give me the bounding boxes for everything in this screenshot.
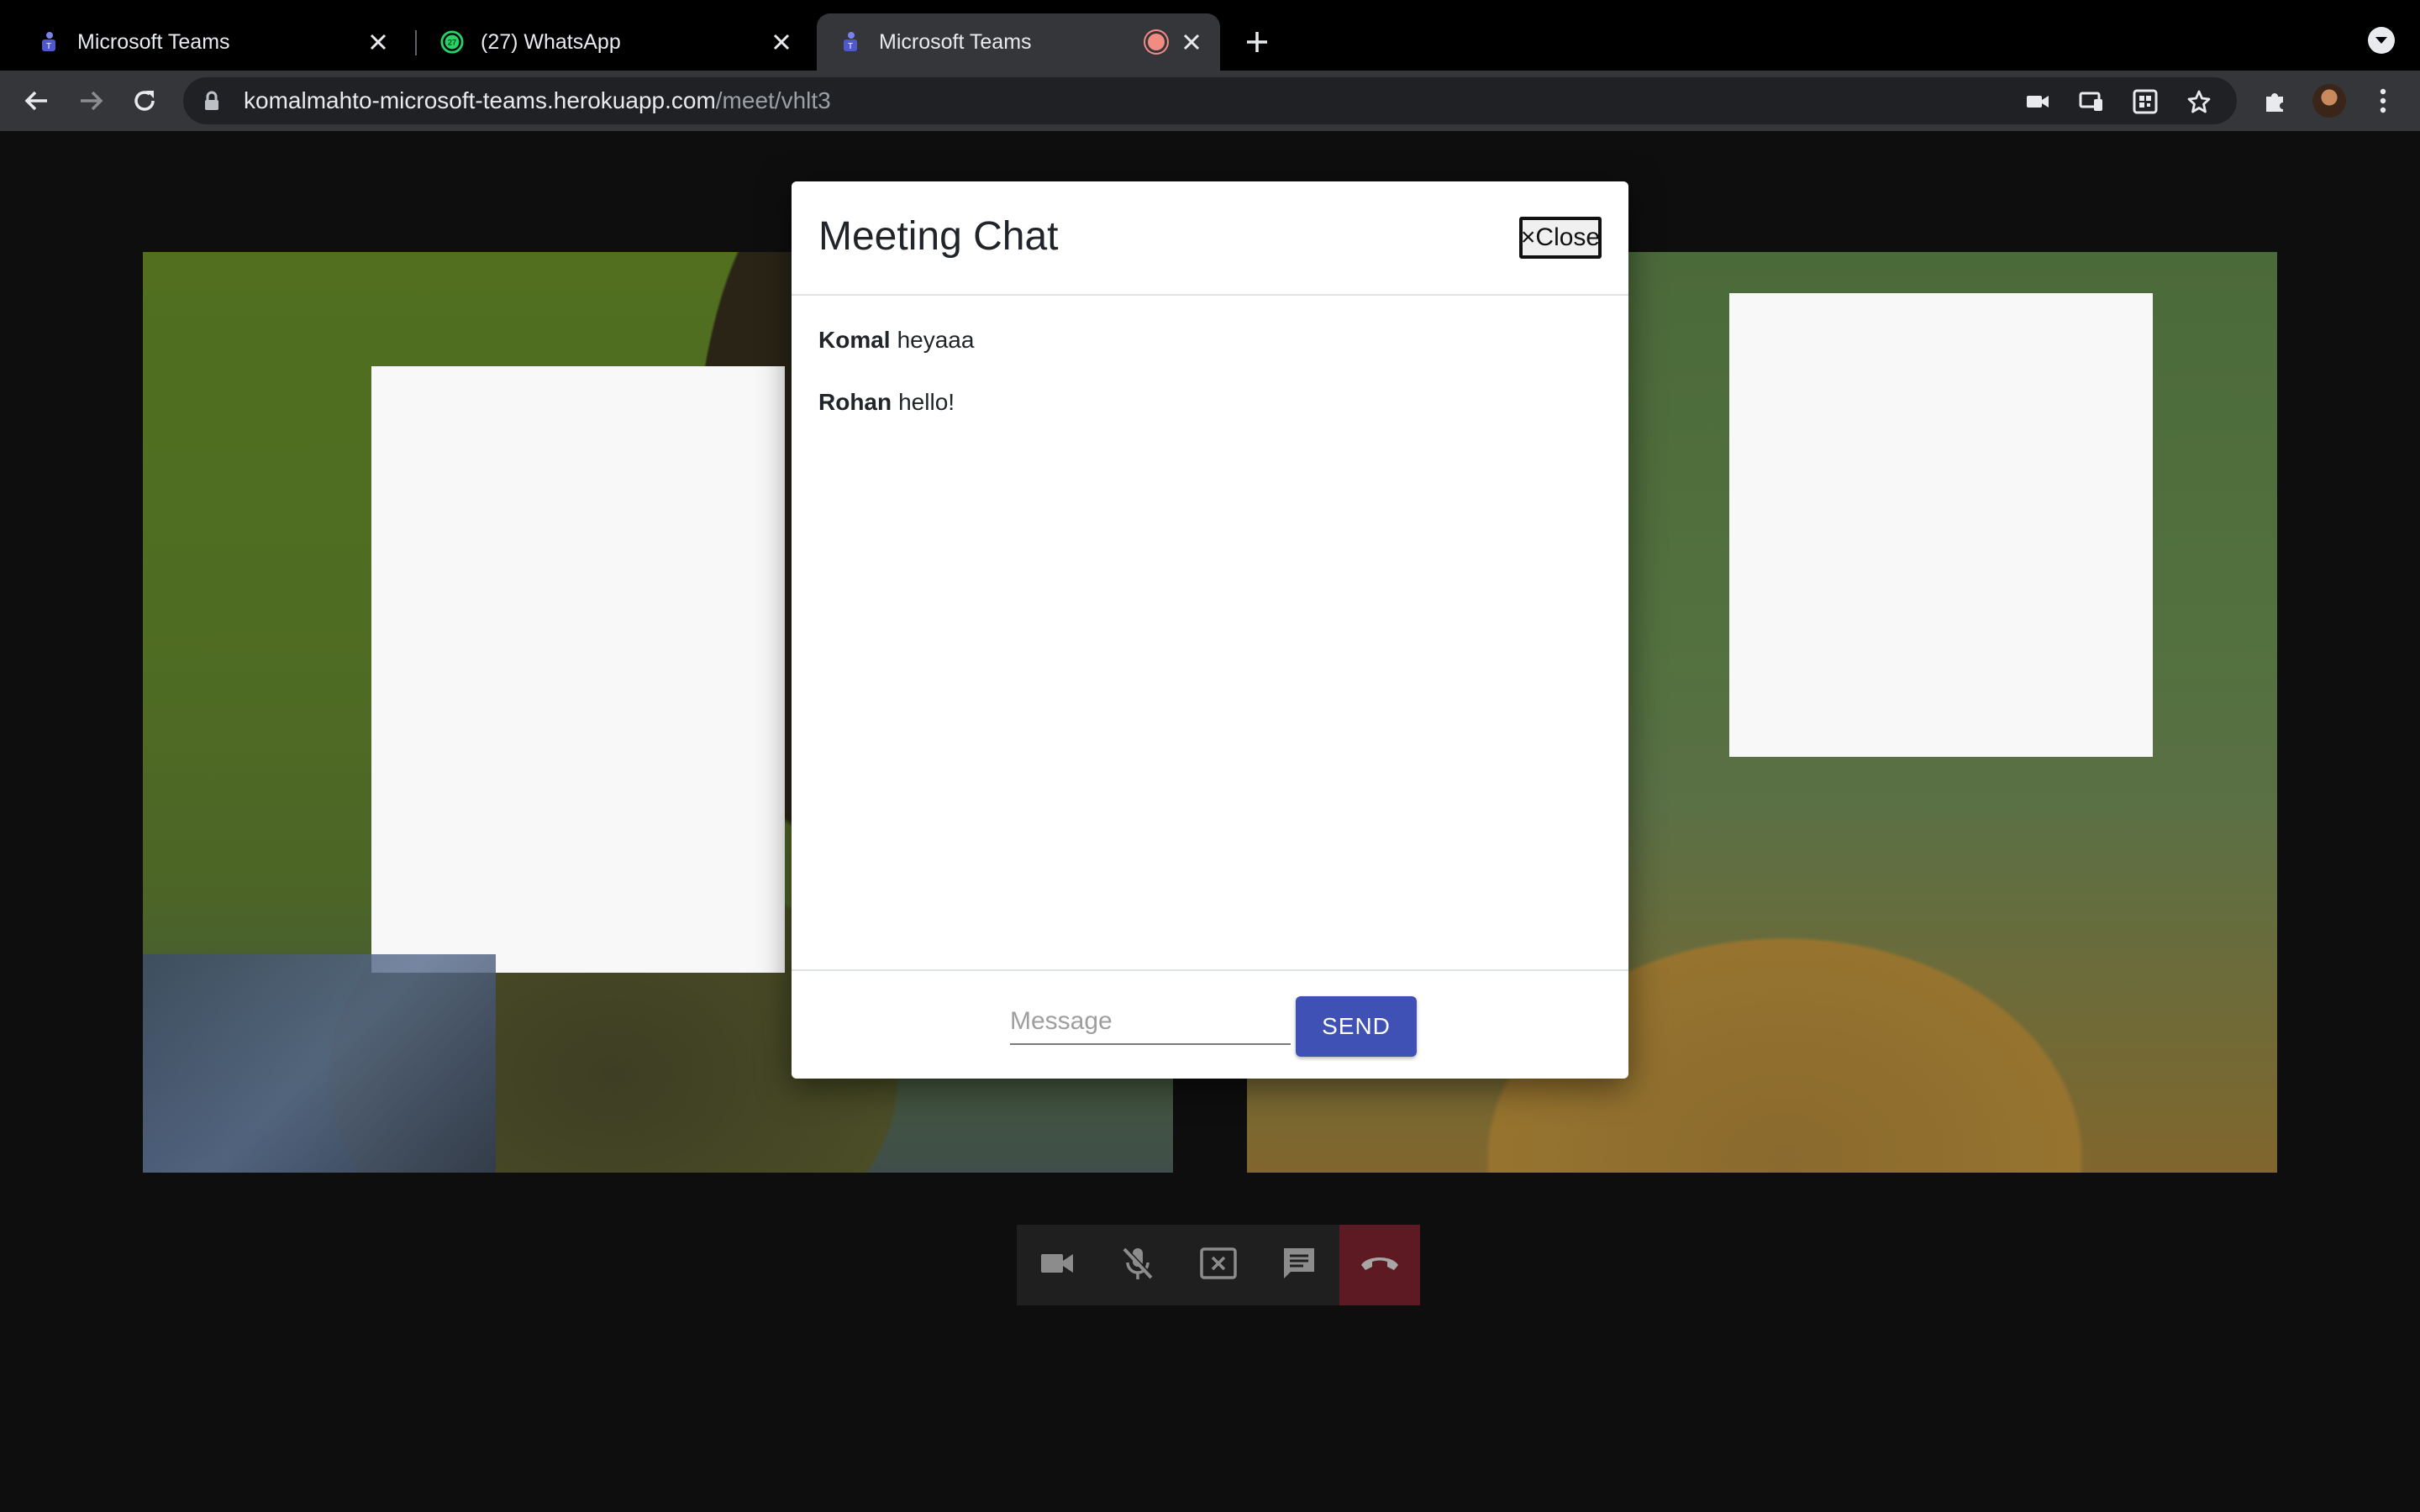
lock-icon[interactable] — [202, 89, 222, 113]
tab-close-icon[interactable] — [768, 29, 795, 55]
face-redaction-box — [371, 366, 785, 973]
tab-microsoft-teams-1[interactable]: T Microsoft Teams — [15, 13, 407, 71]
screen-share-button[interactable] — [1178, 1225, 1259, 1305]
message-sender: Rohan — [818, 389, 892, 415]
tab-title: (27) WhatsApp — [481, 29, 621, 54]
face-redaction-box — [1729, 293, 2153, 757]
camera-button[interactable] — [1017, 1225, 1097, 1305]
dialog-footer: SEND — [792, 969, 1628, 1079]
chat-icon — [1281, 1246, 1317, 1285]
svg-text:27: 27 — [448, 39, 456, 47]
profile-avatar[interactable] — [2312, 84, 2346, 118]
camera-in-use-icon[interactable] — [2025, 89, 2050, 114]
message-text: hello! — [898, 389, 955, 415]
recording-indicator-icon — [1148, 34, 1165, 50]
url-text: komalmahto-microsoft-teams.herokuapp.com… — [244, 87, 831, 114]
url-host: komalmahto-microsoft-teams.herokuapp.com — [244, 87, 716, 113]
tab-whatsapp[interactable]: 27 (27) WhatsApp — [418, 13, 810, 71]
call-controls — [1017, 1225, 1420, 1305]
extensions-puzzle-icon[interactable] — [2260, 86, 2291, 116]
tab-title: Microsoft Teams — [77, 29, 230, 54]
chat-button[interactable] — [1259, 1225, 1339, 1305]
chat-message-list: Komal heyaaa Rohan hello! — [818, 326, 1600, 450]
meeting-chat-dialog: Meeting Chat ×Close Komal heyaaa Rohan hel… — [792, 181, 1628, 1079]
message-input[interactable] — [1010, 1000, 1291, 1045]
stop-screen-share-icon — [1200, 1247, 1237, 1284]
qr-code-icon[interactable] — [2133, 89, 2158, 114]
svg-text:T: T — [848, 42, 853, 51]
dialog-header: Meeting Chat ×Close — [792, 181, 1628, 296]
svg-text:T: T — [46, 42, 51, 51]
mic-off-icon — [1121, 1246, 1155, 1285]
new-tab-plus-icon[interactable] — [1240, 25, 1274, 59]
send-button[interactable]: SEND — [1296, 996, 1417, 1057]
video-camera-icon — [1040, 1252, 1074, 1279]
hang-up-button[interactable] — [1339, 1225, 1420, 1305]
chat-message: Komal heyaaa — [818, 326, 1600, 354]
tab-microsoft-teams-active[interactable]: T Microsoft Teams — [817, 13, 1220, 71]
whatsapp-icon: 27 — [440, 30, 464, 54]
message-text: heyaaa — [897, 327, 975, 353]
forward-arrow-icon[interactable] — [74, 84, 108, 118]
chat-message: Rohan hello! — [818, 388, 1600, 417]
tab-search-chevron-icon[interactable] — [2368, 27, 2395, 54]
tab-close-icon[interactable] — [365, 29, 392, 55]
url-path: /meet/vhlt3 — [715, 87, 831, 113]
microphone-button[interactable] — [1097, 1225, 1178, 1305]
tab-strip: T Microsoft Teams 27 (27) WhatsApp T Mic… — [0, 0, 2420, 71]
reload-icon[interactable] — [128, 84, 161, 118]
dialog-title: Meeting Chat — [818, 214, 1059, 259]
tab-separator — [415, 30, 417, 55]
tab-title: Microsoft Teams — [879, 29, 1032, 54]
close-button[interactable]: ×Close — [1519, 217, 1602, 259]
teams-icon: T — [839, 30, 862, 54]
teams-icon: T — [37, 30, 60, 54]
cast-icon[interactable] — [2079, 89, 2104, 114]
browser-toolbar: komalmahto-microsoft-teams.herokuapp.com… — [0, 71, 2420, 131]
tab-close-icon[interactable] — [1178, 29, 1205, 55]
bookmark-star-icon[interactable] — [2186, 89, 2212, 114]
more-menu-icon[interactable] — [2368, 86, 2398, 116]
address-bar[interactable]: komalmahto-microsoft-teams.herokuapp.com… — [183, 77, 2237, 124]
back-arrow-icon[interactable] — [20, 84, 54, 118]
message-sender: Komal — [818, 327, 891, 353]
hang-up-icon — [1359, 1253, 1401, 1278]
